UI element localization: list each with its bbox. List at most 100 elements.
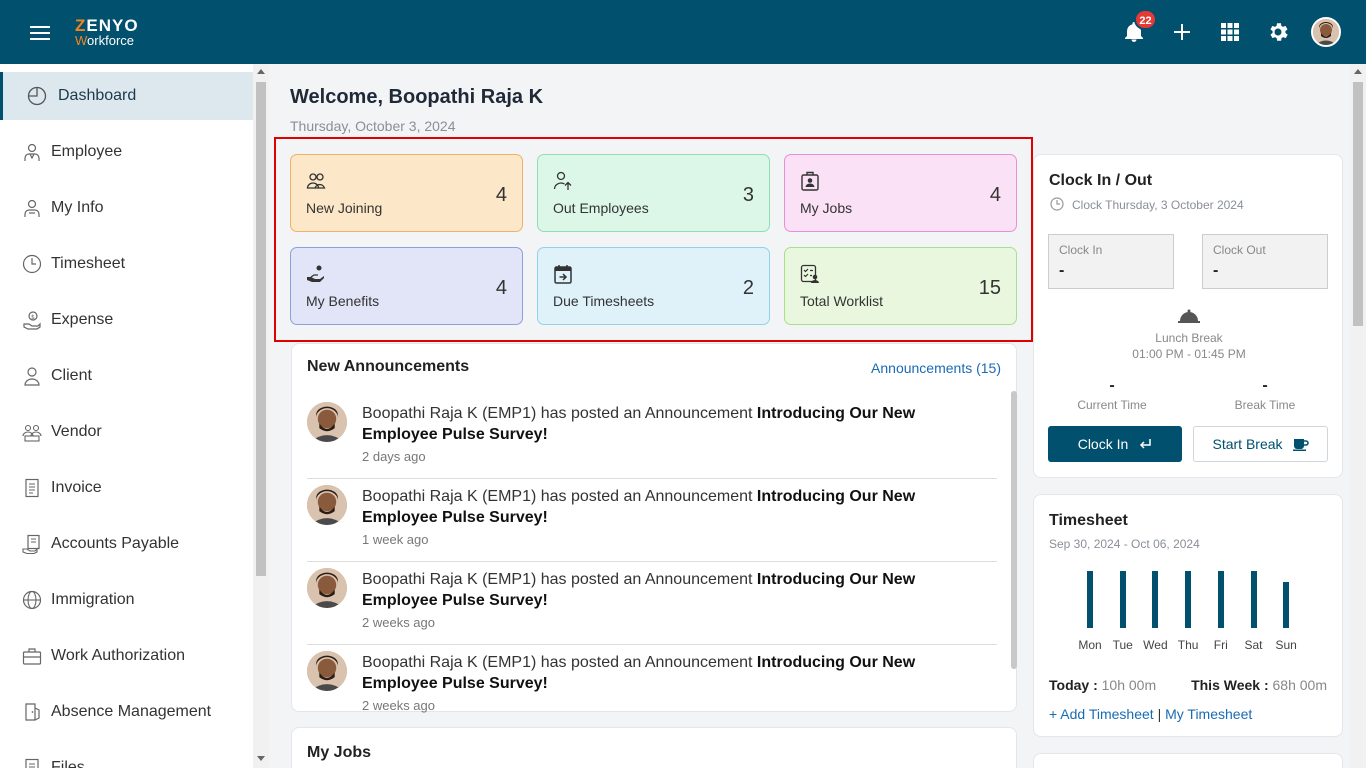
timesheet-title: Timesheet (1049, 512, 1128, 529)
sidebar-item-my-info[interactable]: My Info (0, 184, 253, 232)
stat-card-out-employees[interactable]: Out Employees 3 (537, 154, 770, 232)
timesheet-day-label: Sat (1244, 638, 1263, 652)
sidebar-item-invoice[interactable]: Invoice (0, 464, 253, 512)
sidebar-item-client[interactable]: Client (0, 352, 253, 400)
clock-title: Clock In / Out (1049, 172, 1153, 189)
dashboard-icon (27, 86, 47, 106)
sidebar-item-dashboard[interactable]: Dashboard (0, 72, 253, 120)
list-item[interactable]: Boopathi Raja K (EMP1) has posted an Ann… (307, 645, 997, 728)
sidebar-item-label: My Info (51, 199, 104, 216)
stat-value: 15 (978, 277, 1001, 299)
my-jobs-panel: My Jobs (291, 727, 1017, 768)
stat-label: Total Worklist (800, 293, 883, 309)
sidebar-item-files[interactable]: Files (0, 744, 253, 768)
brand-top: ZENYO (75, 16, 139, 35)
add-timesheet-link[interactable]: + Add Timesheet (1049, 706, 1154, 722)
svg-text:$: $ (31, 314, 35, 321)
timesheet-bar-fri[interactable] (1217, 571, 1224, 628)
current-time-label: Current Time (1077, 398, 1147, 412)
user-avatar[interactable] (1311, 17, 1341, 47)
announcement-time: 2 days ago (362, 449, 426, 464)
list-item[interactable]: Boopathi Raja K (EMP1) has posted an Ann… (307, 479, 997, 562)
sidebar-item-label: Immigration (51, 591, 135, 608)
stat-label: My Benefits (306, 293, 380, 309)
break-time-label: Break Time (1234, 398, 1296, 412)
invoice-icon (25, 478, 39, 498)
top-bar: ZENYO Workforce 22 (0, 0, 1366, 64)
stat-card-my-benefits[interactable]: My Benefits 4 (290, 247, 523, 325)
stat-label: Due Timesheets (553, 293, 655, 309)
files-icon (25, 758, 39, 768)
page-scrollbar[interactable] (1350, 64, 1366, 768)
globe-icon (22, 590, 42, 610)
hamburger-icon[interactable] (30, 26, 50, 40)
start-break-button[interactable]: Start Break (1193, 426, 1328, 462)
stat-card-my-jobs[interactable]: My Jobs 4 (784, 154, 1017, 232)
apps-grid-icon[interactable] (1218, 20, 1242, 44)
id-badge-icon (801, 171, 819, 191)
break-time-value: - (1262, 377, 1268, 394)
vendor-icon (22, 424, 42, 442)
stat-value: 3 (742, 184, 754, 206)
clock-in-button[interactable]: Clock In (1048, 426, 1182, 462)
sidebar-item-label: Vendor (51, 423, 102, 440)
announcement-prefix: Boopathi Raja K (EMP1) has posted an Ann… (362, 571, 753, 588)
stat-value: 4 (989, 184, 1001, 206)
link-separator: | (1157, 706, 1162, 722)
current-time-value: - (1109, 377, 1115, 394)
announcement-prefix: Boopathi Raja K (EMP1) has posted an Ann… (362, 488, 753, 505)
announcement-prefix: Boopathi Raja K (EMP1) has posted an Ann… (362, 405, 753, 422)
gear-icon[interactable] (1266, 20, 1290, 44)
list-item[interactable]: Boopathi Raja K (EMP1) has posted an Ann… (307, 396, 997, 479)
sidebar-scrollbar[interactable] (253, 64, 269, 768)
page-date: Thursday, October 3, 2024 (290, 118, 456, 134)
timesheet-day-label: Sun (1275, 638, 1297, 652)
next-panel (1033, 753, 1343, 768)
stat-card-due-timesheets[interactable]: Due Timesheets 2 (537, 247, 770, 325)
group-icon (306, 173, 326, 189)
cloche-icon (1178, 309, 1200, 323)
stat-card-new-joining[interactable]: New Joining 4 (290, 154, 523, 232)
briefcase-icon (22, 648, 42, 665)
sidebar-item-label: Timesheet (51, 255, 126, 272)
avatar (307, 568, 347, 608)
app-logo[interactable]: ZENYO Workforce (75, 17, 139, 47)
week-value: 68h 00m (1272, 677, 1327, 693)
sidebar-item-expense[interactable]: $ Expense (0, 296, 253, 344)
sidebar-item-employee[interactable]: Employee (0, 128, 253, 176)
list-item[interactable]: Boopathi Raja K (EMP1) has posted an Ann… (307, 562, 997, 645)
stat-label: Out Employees (553, 200, 649, 216)
timesheet-bar-wed[interactable] (1152, 571, 1159, 628)
avatar (307, 651, 347, 691)
sidebar-item-immigration[interactable]: Immigration (0, 576, 253, 624)
timesheet-bar-thu[interactable] (1185, 571, 1192, 628)
timesheet-links: + Add Timesheet | My Timesheet (1049, 706, 1252, 722)
sidebar-item-accounts-payable[interactable]: Accounts Payable (0, 520, 253, 568)
my-info-icon (24, 199, 40, 217)
timesheet-bar-tue[interactable] (1119, 571, 1126, 628)
sidebar-item-label: Expense (51, 311, 114, 328)
door-icon (25, 703, 40, 721)
timesheet-day-label: Fri (1213, 638, 1228, 652)
announcement-text: Boopathi Raja K (EMP1) has posted an Ann… (362, 403, 922, 445)
page-title: Welcome, Boopathi Raja K (290, 86, 544, 108)
sidebar-item-work-authorization[interactable]: Work Authorization (0, 632, 253, 680)
clock-in-box: Clock In - (1048, 234, 1174, 289)
employee-icon (24, 143, 40, 161)
today-value: 10h 00m (1101, 677, 1157, 693)
enter-icon (1140, 439, 1152, 449)
sidebar-item-absence-management[interactable]: Absence Management (0, 688, 253, 736)
plus-icon[interactable] (1170, 20, 1194, 44)
my-timesheet-link[interactable]: My Timesheet (1165, 706, 1252, 722)
clock-subtitle: Clock Thursday, 3 October 2024 (1072, 198, 1244, 212)
clock-in-button-label: Clock In (1077, 436, 1129, 452)
sidebar-item-label: Dashboard (58, 87, 137, 104)
announcements-link[interactable]: Announcements (15) (871, 360, 1001, 376)
announcements-scrollbar[interactable] (1011, 391, 1017, 669)
stat-card-total-worklist[interactable]: Total Worklist 15 (784, 247, 1017, 325)
sidebar-item-timesheet[interactable]: Timesheet (0, 240, 253, 288)
sidebar-item-vendor[interactable]: Vendor (0, 408, 253, 456)
timesheet-bar-sat[interactable] (1250, 571, 1257, 628)
timesheet-bar-mon[interactable] (1087, 571, 1093, 628)
timesheet-bar-sun[interactable] (1283, 582, 1290, 628)
